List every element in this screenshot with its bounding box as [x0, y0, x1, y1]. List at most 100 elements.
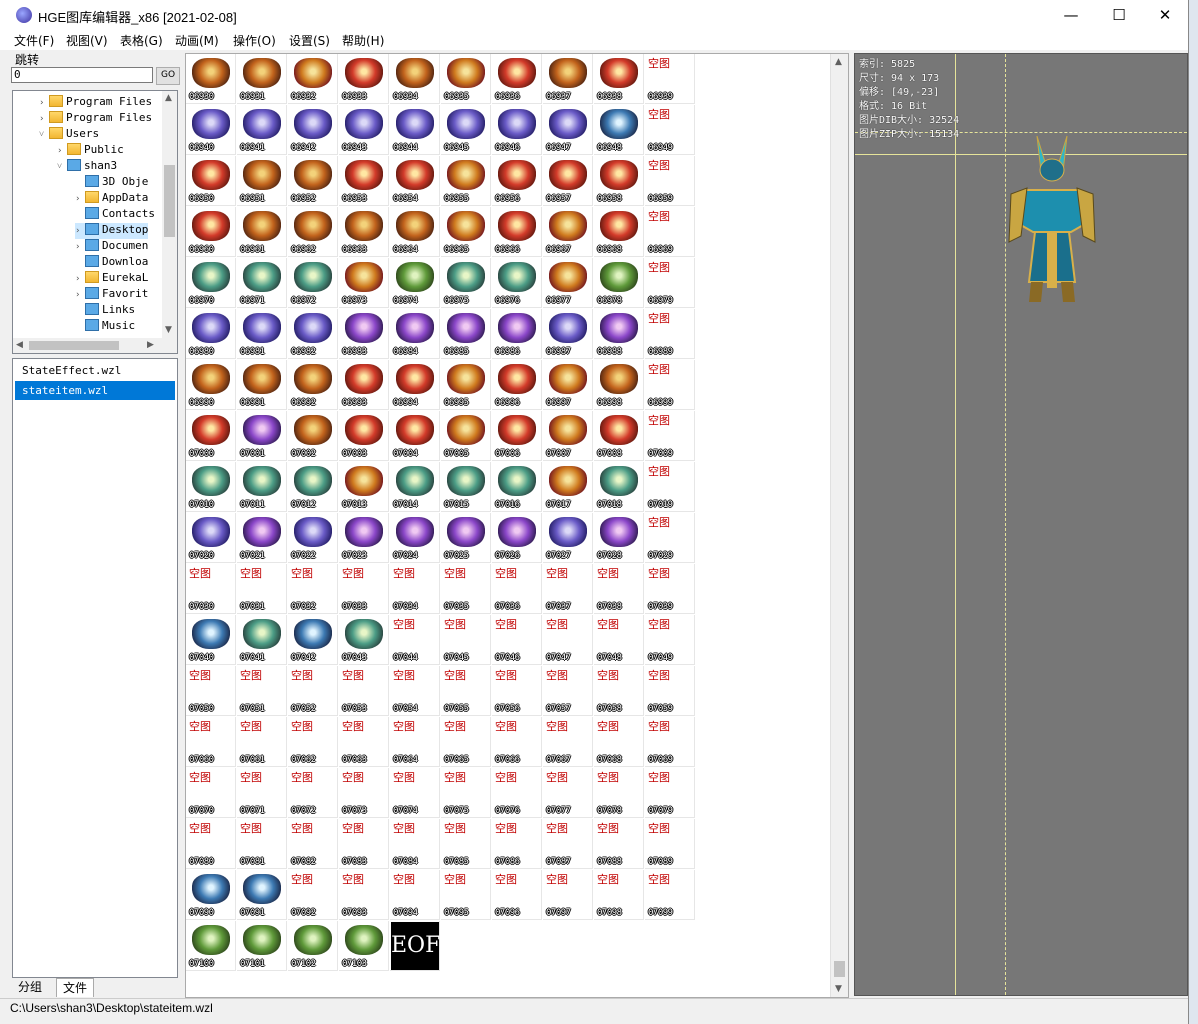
image-cell[interactable]: 06987 [543, 309, 593, 359]
image-cell[interactable]: 空图 07099 [645, 870, 695, 920]
image-cell[interactable]: 空图 07038 [594, 564, 644, 614]
image-cell[interactable]: 空图 06939 [645, 54, 695, 104]
image-cell[interactable]: 空图 07088 [594, 819, 644, 869]
image-cell[interactable]: 06954 [390, 156, 440, 206]
image-cell[interactable]: 空图 07051 [237, 666, 287, 716]
image-cell[interactable]: 06937 [543, 54, 593, 104]
image-cell[interactable]: 06982 [288, 309, 338, 359]
image-cell[interactable]: 空图 07063 [339, 717, 389, 767]
scroll-up-icon[interactable]: ▲ [165, 93, 172, 103]
image-cell[interactable]: 07008 [594, 411, 644, 461]
image-cell[interactable]: 06941 [237, 105, 287, 155]
image-cell[interactable]: 空图 07059 [645, 666, 695, 716]
image-cell[interactable]: 空图 07061 [237, 717, 287, 767]
image-cell[interactable]: 空图 07066 [492, 717, 542, 767]
tab-files[interactable]: 文件 [56, 978, 95, 997]
chevron-right-icon[interactable]: › [39, 114, 49, 124]
image-cell[interactable]: 06964 [390, 207, 440, 257]
image-cell[interactable]: 空图 07078 [594, 768, 644, 818]
image-cell[interactable]: 06966 [492, 207, 542, 257]
image-cell[interactable]: 07103 [339, 921, 389, 971]
menu-settings[interactable]: 设置(S) [289, 32, 330, 49]
image-preview[interactable]: 索引: 5825 尺寸: 94 x 173 偏移: [49,-23] 格式: 1… [854, 53, 1188, 996]
image-cell[interactable]: 空图 07034 [390, 564, 440, 614]
chevron-right-icon[interactable]: › [75, 194, 85, 204]
image-cell[interactable]: 空图 07064 [390, 717, 440, 767]
image-cell[interactable]: 空图 07084 [390, 819, 440, 869]
image-cell[interactable]: 07001 [237, 411, 287, 461]
menu-help[interactable]: 帮助(H) [342, 32, 384, 49]
image-cell[interactable]: 06994 [390, 360, 440, 410]
image-cell[interactable]: 06961 [237, 207, 287, 257]
image-cell[interactable]: 06984 [390, 309, 440, 359]
image-cell[interactable]: 07000 [186, 411, 236, 461]
image-cell[interactable]: 空图 07036 [492, 564, 542, 614]
chevron-right-icon[interactable]: › [75, 242, 85, 252]
tree-item[interactable]: › Documen [75, 239, 148, 255]
tree-item[interactable]: › Program Files [39, 111, 152, 127]
image-cell[interactable]: 07004 [390, 411, 440, 461]
image-cell[interactable]: 06995 [441, 360, 491, 410]
image-cell[interactable]: 空图 07069 [645, 717, 695, 767]
image-cell[interactable]: 06958 [594, 156, 644, 206]
image-cell[interactable]: 06970 [186, 258, 236, 308]
image-cell[interactable]: 空图 07085 [441, 819, 491, 869]
scroll-up-icon[interactable]: ▲ [835, 57, 842, 67]
image-cell[interactable]: 空图 07060 [186, 717, 236, 767]
tree-horizontal-scrollbar[interactable]: ◀ ▶ [13, 338, 162, 353]
image-cell[interactable]: 06968 [594, 207, 644, 257]
image-cell[interactable]: 07020 [186, 513, 236, 563]
image-cell[interactable]: 06951 [237, 156, 287, 206]
image-cell[interactable]: 空图 07079 [645, 768, 695, 818]
image-cell[interactable]: 06946 [492, 105, 542, 155]
image-cell[interactable]: 空图 07081 [237, 819, 287, 869]
image-cell[interactable]: 空图 07035 [441, 564, 491, 614]
image-cell[interactable]: 06971 [237, 258, 287, 308]
image-cell[interactable]: 06974 [390, 258, 440, 308]
image-cell[interactable]: 07101 [237, 921, 287, 971]
image-cell[interactable]: 06930 [186, 54, 236, 104]
image-cell[interactable]: 07014 [390, 462, 440, 512]
image-cell[interactable]: 空图 07073 [339, 768, 389, 818]
grid-vertical-scrollbar[interactable]: ▲ ▼ [830, 54, 848, 997]
image-cell[interactable]: 06945 [441, 105, 491, 155]
chevron-down-icon[interactable]: ˅ [57, 161, 67, 172]
image-cell[interactable]: 空图 07070 [186, 768, 236, 818]
image-cell[interactable]: 06980 [186, 309, 236, 359]
image-cell[interactable]: 07041 [237, 615, 287, 665]
chevron-right-icon[interactable]: › [75, 226, 85, 236]
menu-grid[interactable]: 表格(G) [120, 32, 163, 49]
image-cell[interactable]: 07026 [492, 513, 542, 563]
image-cell[interactable]: 空图 07062 [288, 717, 338, 767]
image-cell[interactable]: 07023 [339, 513, 389, 563]
image-cell[interactable]: 空图 07030 [186, 564, 236, 614]
image-cell[interactable]: 06997 [543, 360, 593, 410]
image-cell[interactable]: 空图 07083 [339, 819, 389, 869]
image-cell[interactable]: 07022 [288, 513, 338, 563]
image-cell[interactable]: 06991 [237, 360, 287, 410]
image-cell[interactable]: 07011 [237, 462, 287, 512]
image-cell[interactable]: 空图 07065 [441, 717, 491, 767]
image-cell[interactable]: 07002 [288, 411, 338, 461]
image-cell[interactable]: 07090 [186, 870, 236, 920]
image-cell[interactable]: 06973 [339, 258, 389, 308]
chevron-right-icon[interactable]: › [75, 274, 85, 284]
tree-item[interactable]: › AppData [75, 191, 148, 207]
image-cell[interactable]: 06948 [594, 105, 644, 155]
minimize-button[interactable]: — [1048, 0, 1094, 30]
image-cell[interactable]: 07013 [339, 462, 389, 512]
image-cell[interactable]: 07016 [492, 462, 542, 512]
image-cell[interactable]: 06985 [441, 309, 491, 359]
tree-item[interactable]: 3D Obje [75, 175, 148, 191]
scroll-right-icon[interactable]: ▶ [147, 340, 154, 350]
menu-operation[interactable]: 操作(O) [233, 32, 276, 49]
image-cell[interactable]: 07007 [543, 411, 593, 461]
image-cell[interactable]: 空图 07058 [594, 666, 644, 716]
image-cell[interactable]: 07027 [543, 513, 593, 563]
image-cell[interactable]: 06936 [492, 54, 542, 104]
image-cell[interactable]: 空图 07072 [288, 768, 338, 818]
image-cell[interactable]: 07017 [543, 462, 593, 512]
folder-tree[interactable]: Music Links › Favorit › EurekaL Downloa › Docume… [12, 90, 178, 354]
image-cell[interactable]: 空图 07009 [645, 411, 695, 461]
image-cell[interactable]: 空图 07033 [339, 564, 389, 614]
